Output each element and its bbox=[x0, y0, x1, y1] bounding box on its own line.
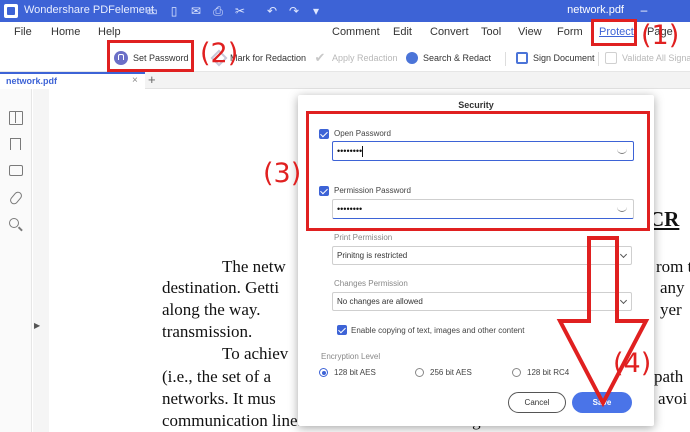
step-4-arrow bbox=[556, 236, 650, 408]
down-arrow-icon bbox=[556, 236, 650, 408]
